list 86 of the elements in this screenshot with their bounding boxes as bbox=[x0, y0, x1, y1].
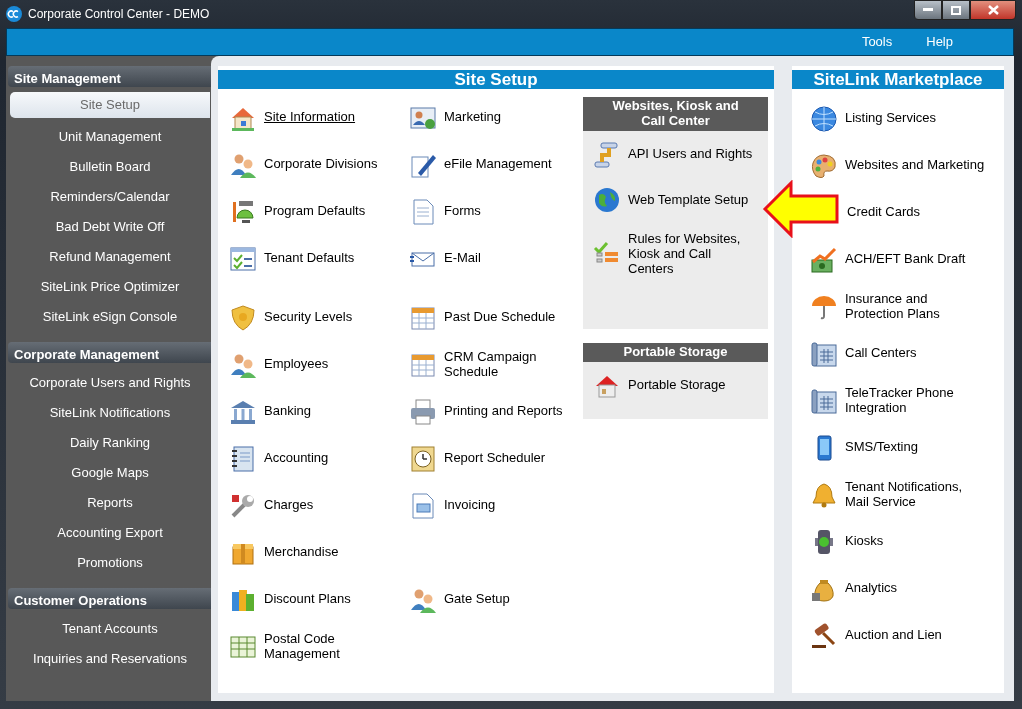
setup-link[interactable]: Postal Code Management bbox=[229, 632, 340, 663]
setup-link[interactable]: Credit Cards bbox=[847, 205, 920, 220]
sidebar-item[interactable]: Accounting Export bbox=[10, 518, 210, 548]
globe-icon bbox=[593, 186, 621, 215]
setup-link[interactable]: Websites and Marketing bbox=[810, 151, 985, 180]
calendar-icon bbox=[409, 351, 437, 380]
setup-link[interactable]: Analytics bbox=[810, 574, 898, 603]
close-button[interactable] bbox=[970, 0, 1016, 20]
setup-link[interactable]: Charges bbox=[229, 491, 314, 520]
globe-icon bbox=[810, 104, 838, 133]
setup-link[interactable]: Listing Services bbox=[810, 104, 937, 133]
sidebar-item[interactable]: Daily Ranking bbox=[10, 428, 210, 458]
checklist-icon bbox=[229, 244, 257, 273]
setup-link[interactable]: Tenant Notifications, Mail Service bbox=[810, 479, 963, 510]
setup-link[interactable]: Report Scheduler bbox=[409, 444, 546, 473]
clock-icon bbox=[409, 444, 437, 473]
window-title: Corporate Control Center - DEMO bbox=[28, 6, 210, 23]
menu-item[interactable]: Help bbox=[916, 30, 963, 54]
setup-link[interactable]: Employees bbox=[229, 350, 329, 379]
setup-link[interactable]: Accounting bbox=[229, 444, 329, 473]
panel-title: Site Setup bbox=[218, 70, 774, 89]
phone-icon bbox=[810, 386, 838, 415]
setup-link[interactable]: Invoicing bbox=[409, 491, 496, 520]
sidebar-item[interactable]: SiteLink eSign Console bbox=[10, 302, 210, 332]
setup-link[interactable]: Corporate Divisions bbox=[229, 150, 378, 179]
notebook-icon bbox=[229, 444, 257, 473]
setup-link[interactable]: eFile Management bbox=[409, 150, 552, 179]
maximize-button[interactable] bbox=[942, 0, 970, 20]
section-header: Corporate Management bbox=[8, 342, 211, 363]
sidebar-item[interactable]: Reminders/Calendar bbox=[10, 182, 210, 212]
invoice-icon bbox=[409, 491, 437, 520]
setup-link[interactable]: TeleTracker Phone Integration bbox=[810, 385, 954, 416]
sidebar-item[interactable]: Unit Management bbox=[10, 122, 210, 152]
printer-icon bbox=[409, 397, 437, 426]
setup-link[interactable]: Insurance and Protection Plans bbox=[810, 291, 940, 322]
sidebar-item[interactable]: Inquiries and Reservations bbox=[10, 644, 210, 674]
phone-icon bbox=[810, 339, 838, 368]
sidebar-item[interactable]: Tenant Accounts bbox=[10, 614, 210, 644]
menu-item[interactable]: Tools bbox=[851, 30, 903, 54]
section-header: Site Management bbox=[8, 66, 211, 87]
setup-link[interactable]: CRM Campaign Schedule bbox=[409, 350, 537, 381]
close-icon bbox=[987, 5, 999, 15]
setup-link[interactable]: Program Defaults bbox=[229, 197, 366, 226]
sidebar-item[interactable]: Google Maps bbox=[10, 458, 210, 488]
group-title: Portable Storage bbox=[583, 342, 768, 362]
maximize-icon bbox=[951, 5, 961, 15]
sidebar-item[interactable]: Bad Debt Write Off bbox=[10, 212, 210, 242]
panel-title: SiteLink Marketplace bbox=[792, 70, 1004, 89]
group-title: Websites, Kiosk and Call Center bbox=[583, 97, 768, 131]
setup-link[interactable]: Banking bbox=[229, 397, 311, 426]
sidebar-item[interactable]: SiteLink Notifications bbox=[10, 398, 210, 428]
setup-link[interactable]: Auction and Lien bbox=[810, 621, 942, 650]
setup-link[interactable]: Gate Setup bbox=[409, 585, 510, 614]
setup-link[interactable]: Forms bbox=[409, 197, 481, 226]
section-header: Customer Operations bbox=[8, 588, 211, 609]
setup-link[interactable]: E-Mail bbox=[409, 244, 481, 273]
shield-icon bbox=[229, 303, 257, 332]
sidebar-item[interactable]: Corporate Users and Rights bbox=[10, 368, 210, 398]
minimize-button[interactable] bbox=[914, 0, 942, 20]
minimize-icon bbox=[923, 8, 933, 12]
palette-icon bbox=[810, 151, 838, 180]
setup-link[interactable]: Call Centers bbox=[810, 339, 917, 368]
setup-link[interactable]: Tenant Defaults bbox=[229, 244, 355, 273]
sidebar-item[interactable]: Promotions bbox=[10, 548, 210, 578]
setup-link[interactable]: Site Information bbox=[229, 103, 356, 132]
setup-link[interactable]: Past Due Schedule bbox=[409, 303, 556, 332]
sidebar-item[interactable]: Reports bbox=[10, 488, 210, 518]
setup-link[interactable]: Web Template Setup bbox=[593, 186, 749, 215]
setup-link[interactable]: Security Levels bbox=[229, 303, 353, 332]
sidebar-item[interactable]: Refund Management bbox=[10, 242, 210, 272]
app-logo-icon bbox=[6, 6, 22, 22]
setup-link[interactable]: Marketing bbox=[409, 103, 502, 132]
sidebar-item[interactable]: Bulletin Board bbox=[10, 152, 210, 182]
setup-link[interactable]: ACH/EFT Bank Draft bbox=[810, 245, 966, 274]
setup-link[interactable]: Merchandise bbox=[229, 538, 339, 567]
setup-link[interactable]: Portable Storage bbox=[593, 371, 726, 400]
setup-link[interactable]: Discount Plans bbox=[229, 585, 351, 614]
gavel-icon bbox=[810, 621, 838, 650]
setup-link[interactable]: Rules for Websites, Kiosk and Call Centers bbox=[593, 231, 741, 277]
setup-link[interactable]: Printing and Reports bbox=[409, 397, 563, 426]
setup-link[interactable]: API Users and Rights bbox=[593, 140, 753, 169]
setup-link[interactable]: Kiosks bbox=[810, 527, 884, 556]
money-chart-icon bbox=[810, 245, 838, 274]
setup-link[interactable]: SMS/Texting bbox=[810, 433, 918, 462]
sidebar-item[interactable]: SiteLink Price Optimizer bbox=[10, 272, 210, 302]
sidebar-item[interactable]: Site Setup bbox=[10, 92, 210, 118]
